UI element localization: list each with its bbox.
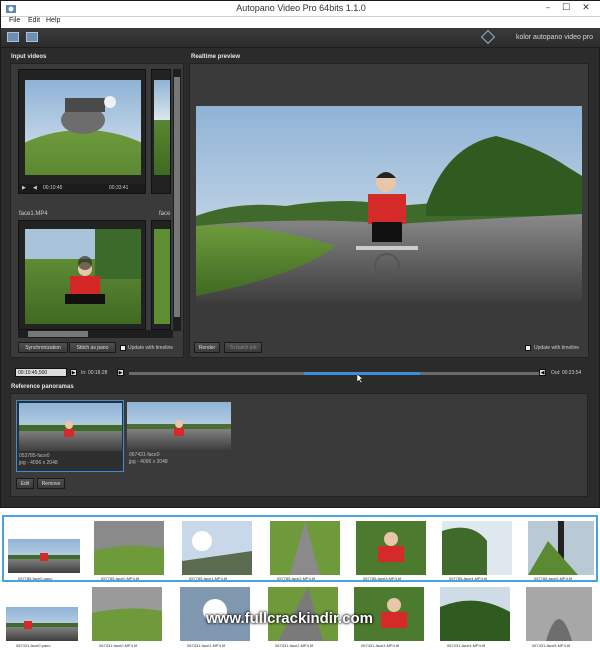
film-top-face4-thumb[interactable] [442, 521, 512, 575]
video-thumbnail-1[interactable]: ▶ ◀ 00:10:45 00:33:41 [18, 69, 146, 194]
film-top-caption-4: 057785-face3.MP4.tif [363, 576, 402, 581]
reference-panoramas-panel: 053785-face0 jpg - 4096 x 2048 067431-fa… [10, 393, 588, 497]
filmstrip-top: 057785-face0.pano 057785-face0.MP4.tif 0… [2, 515, 598, 582]
render-button[interactable]: Render [194, 342, 220, 353]
video-frame-partial-2 [154, 229, 170, 324]
film-bottom-caption-0: 067431-face0.pano [16, 643, 51, 648]
input-videos-label: Input videos [11, 54, 47, 60]
realtime-preview-panel: Render To batch job Update with timeline [189, 63, 589, 358]
film-top-caption-3: 057785-face2.MP4.tif [277, 576, 316, 581]
timeline-step-icon[interactable]: ▶ [117, 369, 124, 376]
film-bottom-pano-thumb[interactable] [6, 607, 78, 641]
film-bottom-caption-2: 067431-face1.MP4.tif [187, 643, 226, 648]
film-top-caption-0: 057785-face0.pano [18, 576, 53, 581]
update-with-timeline-label-left: Update with timeline [128, 345, 174, 351]
reference-1-meta: jpg - 4096 x 2048 [19, 460, 58, 466]
film-bottom-face5-thumb[interactable] [526, 587, 592, 641]
kolor-logo-icon [480, 29, 496, 45]
film-bottom-caption-3: 067431-face2.MP4.tif [275, 643, 314, 648]
menu-file[interactable]: File [9, 17, 20, 24]
reference-item-1[interactable]: 053785-face0 jpg - 4096 x 2048 [16, 400, 124, 472]
video-1-controls: ▶ ◀ 00:10:45 00:33:41 [19, 184, 145, 193]
video-frame-1 [25, 80, 141, 175]
import-video-icon[interactable] [7, 32, 19, 42]
video-thumbnail-partial-1[interactable] [151, 69, 171, 194]
menu-bar: File Edit Help [1, 17, 600, 28]
video-1-time-end: 00:33:41 [109, 185, 129, 191]
film-top-face1-thumb[interactable] [182, 521, 252, 575]
film-top-caption-5: 057785-face4.MP4.tif [449, 576, 488, 581]
video-thumbnail-2[interactable] [18, 220, 146, 330]
maximize-button[interactable]: ☐ [559, 3, 573, 14]
realtime-preview-label: Realtime preview [191, 54, 241, 60]
hscroll-thumb[interactable] [28, 331, 88, 337]
film-bottom-caption-6: 067431-face5.MP4.tif [532, 643, 571, 648]
film-top-face5-thumb[interactable] [528, 521, 594, 575]
reference-thumb-2 [127, 402, 231, 450]
panorama-preview-image [196, 106, 582, 302]
film-top-face2-thumb[interactable] [270, 521, 340, 575]
film-bottom-face0-thumb[interactable] [92, 587, 162, 641]
reference-item-2[interactable]: 067431-face0 jpg - 4096 x 2048 [127, 400, 233, 472]
menu-help[interactable]: Help [46, 17, 60, 24]
timeline-track[interactable] [129, 372, 545, 375]
film-top-face3-thumb[interactable] [356, 521, 426, 575]
export-icon[interactable] [26, 32, 38, 42]
watermark-text: www.fullcrackindir.com [206, 610, 373, 627]
video-thumbnail-partial-2[interactable] [151, 220, 171, 330]
reference-thumb-1 [19, 403, 122, 451]
mark-in-icon[interactable]: ◀ [33, 184, 37, 193]
film-top-pano-thumb[interactable] [8, 539, 80, 573]
video-1-time-start: 00:10:45 [43, 185, 63, 191]
synchronization-button[interactable]: Synchronization [18, 342, 68, 353]
film-top-caption-2: 057785-face1.MP4.tif [189, 576, 228, 581]
stitch-as-pano-button[interactable]: Stitch as pano [69, 342, 116, 353]
film-bottom-caption-5: 067431-face4.MP4.tif [447, 643, 486, 648]
out-time-label: Out: 00:23:54 [551, 370, 582, 376]
input-videos-hscrollbar[interactable] [18, 330, 173, 338]
reference-1-name: 053785-face0 [19, 453, 50, 459]
in-time-label: In: 00:18:28 [81, 370, 108, 376]
update-with-timeline-label-right: Update with timeline [534, 345, 580, 351]
video-frame-partial-1 [154, 80, 170, 175]
update-with-timeline-checkbox-right[interactable] [525, 345, 531, 351]
title-bar: Autopano Video Pro 64bits 1.1.0 – ☐ ✕ [1, 1, 600, 17]
vscroll-thumb[interactable] [174, 77, 180, 317]
reference-panoramas-label: Reference panoramas [11, 384, 74, 390]
mouse-cursor-icon [357, 374, 363, 383]
video-2-label: face1.MP4 [19, 211, 48, 217]
film-bottom-face4-thumb[interactable] [440, 587, 510, 641]
film-bottom-caption-4: 067431-face3.MP4.tif [361, 643, 400, 648]
app-window: Autopano Video Pro 64bits 1.1.0 – ☐ ✕ Fi… [0, 0, 600, 508]
film-top-face0-thumb[interactable] [94, 521, 164, 575]
video-frame-2 [25, 229, 141, 324]
input-videos-panel: ▶ ◀ 00:10:45 00:33:41 face1.MP4 face Syn… [10, 63, 184, 358]
film-top-caption-6: 057785-face5.MP4.tif [534, 576, 573, 581]
window-title: Autopano Video Pro 64bits 1.1.0 [236, 3, 366, 13]
menu-edit[interactable]: Edit [28, 17, 40, 24]
film-top-caption-1: 057785-face0.MP4.tif [101, 576, 140, 581]
timeline-out-icon[interactable]: ◀ [539, 369, 546, 376]
play-icon[interactable]: ▶ [22, 184, 26, 193]
edit-button[interactable]: Edit [16, 478, 34, 489]
remove-button[interactable]: Remove [37, 478, 65, 489]
to-batch-job-button[interactable]: To batch job [224, 342, 262, 353]
toolbar: kolor autopano video pro [1, 28, 600, 48]
close-button[interactable]: ✕ [579, 3, 593, 14]
current-time-input[interactable]: 00:10:45,500 [15, 368, 67, 377]
update-with-timeline-checkbox-left[interactable] [120, 345, 126, 351]
minimize-button[interactable]: – [541, 3, 555, 14]
film-bottom-caption-1: 067431-face0.MP4.tif [99, 643, 138, 648]
reference-2-meta: jpg - 4096 x 2048 [129, 459, 168, 465]
timeline-play-icon[interactable]: ▶ [70, 369, 77, 376]
input-videos-vscrollbar[interactable] [173, 69, 181, 331]
video-partial-label: face [159, 211, 171, 217]
reference-2-name: 067431-face0 [129, 452, 160, 458]
brand-label: kolor autopano video pro [515, 34, 593, 41]
